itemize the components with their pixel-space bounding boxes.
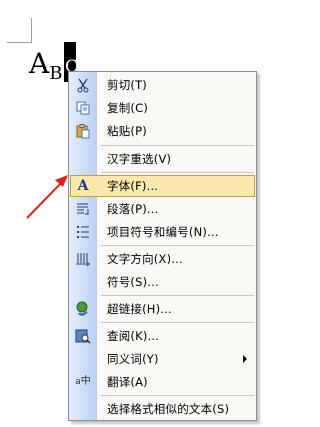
menu-item-select-similar-formatting[interactable]: 选择格式相似的文本(S) bbox=[70, 398, 255, 420]
menu-item-label: 段落(P)... bbox=[107, 202, 159, 216]
annotation-arrow-icon bbox=[26, 175, 68, 219]
paragraph-icon bbox=[74, 201, 92, 217]
page-corner-mark-horizontal bbox=[7, 42, 31, 43]
menu-item-label: 选择格式相似的文本(S) bbox=[107, 402, 230, 416]
menu-item-label: 查阅(K)... bbox=[107, 329, 160, 343]
bullets-icon bbox=[74, 224, 92, 240]
menu-item-label: 汉字重选(V) bbox=[107, 152, 172, 166]
menu-item-label: 文字方向(X)... bbox=[107, 252, 183, 266]
submenu-arrow-icon bbox=[243, 355, 247, 363]
menu-item-label: 复制(C) bbox=[107, 101, 149, 115]
hyperlink-icon bbox=[74, 301, 92, 317]
menu-item-label: 项目符号和编号(N)... bbox=[107, 225, 219, 239]
menu-item-label: 剪切(T) bbox=[107, 78, 147, 92]
document-text-a[interactable]: A bbox=[29, 47, 49, 80]
menu-separator bbox=[101, 395, 254, 396]
copy-icon bbox=[74, 100, 92, 116]
menu-item-symbol[interactable]: 符号(S)... bbox=[70, 271, 255, 293]
menu-item-synonyms[interactable]: 同义词(Y) bbox=[70, 348, 255, 370]
menu-separator bbox=[101, 322, 254, 323]
menu-item-cut[interactable]: 剪切(T) bbox=[70, 74, 255, 96]
document-text[interactable]: AB bbox=[29, 47, 62, 85]
menu-item-label: 超链接(H)... bbox=[107, 302, 172, 316]
document-text-b[interactable]: B bbox=[49, 63, 62, 84]
menu-separator bbox=[101, 145, 254, 146]
menu-item-hyperlink[interactable]: 超链接(H)... bbox=[70, 298, 255, 320]
menu-item-text-direction[interactable]: 文字方向(X)... bbox=[70, 248, 255, 270]
translate-icon: a中 bbox=[75, 376, 91, 387]
menu-item-research[interactable]: 查阅(K)... bbox=[70, 325, 255, 347]
menu-item-paragraph[interactable]: 段落(P)... bbox=[70, 198, 255, 220]
context-menu: 剪切(T) 复制(C) 粘贴(P) 汉字重选(V) A 字体(F)... 段落(… bbox=[68, 71, 257, 421]
menu-item-label: 同义词(Y) bbox=[107, 352, 159, 366]
paste-icon bbox=[74, 123, 92, 139]
menu-separator bbox=[101, 245, 254, 246]
font-icon: A bbox=[77, 178, 89, 194]
menu-item-hanzi-reselect[interactable]: 汉字重选(V) bbox=[70, 148, 255, 170]
menu-item-label: 粘贴(P) bbox=[107, 124, 147, 138]
menu-item-paste[interactable]: 粘贴(P) bbox=[70, 120, 255, 142]
menu-item-copy[interactable]: 复制(C) bbox=[70, 97, 255, 119]
page-corner-mark-vertical bbox=[31, 18, 32, 43]
menu-item-label: 翻译(A) bbox=[107, 375, 148, 389]
menu-item-translate[interactable]: a中 翻译(A) bbox=[70, 371, 255, 393]
text-direction-icon bbox=[74, 251, 92, 267]
menu-item-bullets-numbering[interactable]: 项目符号和编号(N)... bbox=[70, 221, 255, 243]
menu-item-label: 字体(F)... bbox=[107, 179, 159, 193]
menu-separator bbox=[101, 172, 254, 173]
menu-item-label: 符号(S)... bbox=[107, 275, 159, 289]
menu-separator bbox=[101, 295, 254, 296]
scissors-icon bbox=[74, 77, 92, 93]
menu-item-font[interactable]: A 字体(F)... bbox=[70, 175, 255, 197]
research-icon bbox=[74, 328, 92, 344]
